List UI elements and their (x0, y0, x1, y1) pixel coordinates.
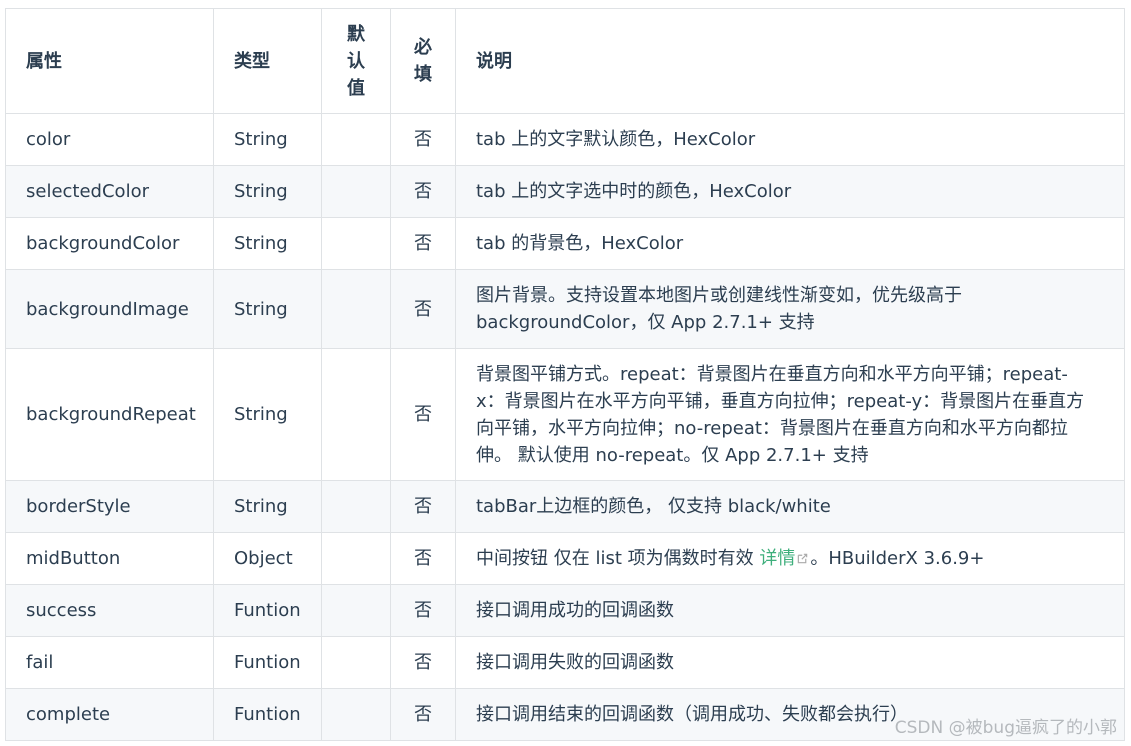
cell-required: 否 (390, 269, 456, 349)
description-text-before: 中间按钮 仅在 list 项为偶数时有效 (476, 548, 760, 569)
cell-default (321, 348, 391, 481)
cell-description: 中间按钮 仅在 list 项为偶数时有效 详情 。HBuilderX 3.6.9+ (455, 532, 1125, 585)
cell-property: midButton (5, 532, 214, 585)
cell-type: String (213, 217, 322, 270)
cell-required: 否 (390, 217, 456, 270)
description-text-after: 。HBuilderX 3.6.9+ (810, 548, 985, 569)
table-row: color String 否 tab 上的文字默认颜色，HexColor (5, 113, 1125, 166)
table-row: backgroundRepeat String 否 背景图平铺方式。repeat… (5, 348, 1125, 481)
cell-description: tab 上的文字选中时的颜色，HexColor (455, 165, 1125, 218)
cell-property: selectedColor (5, 165, 214, 218)
table-row: fail Funtion 否 接口调用失败的回调函数 (5, 636, 1125, 689)
header-required-label: 必 填 (414, 37, 432, 85)
cell-default (321, 165, 391, 218)
cell-type: Funtion (213, 688, 322, 741)
table-row: success Funtion 否 接口调用成功的回调函数 (5, 584, 1125, 637)
cell-property: fail (5, 636, 214, 689)
cell-type: Funtion (213, 584, 322, 637)
cell-required: 否 (390, 688, 456, 741)
cell-default (321, 217, 391, 270)
cell-property: borderStyle (5, 480, 214, 533)
cell-required: 否 (390, 532, 456, 585)
cell-type: Object (213, 532, 322, 585)
cell-default (321, 269, 391, 349)
table-row: backgroundColor String 否 tab 的背景色，HexCol… (5, 217, 1125, 270)
cell-default (321, 636, 391, 689)
cell-property: backgroundRepeat (5, 348, 214, 481)
header-description: 说明 (455, 8, 1125, 114)
cell-description: 接口调用失败的回调函数 (455, 636, 1125, 689)
cell-description: tab 上的文字默认颜色，HexColor (455, 113, 1125, 166)
cell-description: tabBar上边框的颜色， 仅支持 black/white (455, 480, 1125, 533)
cell-description: 背景图平铺方式。repeat：背景图片在垂直方向和水平方向平铺；repeat-x… (455, 348, 1125, 481)
cell-description: 接口调用成功的回调函数 (455, 584, 1125, 637)
cell-property: backgroundImage (5, 269, 214, 349)
header-required: 必 填 (390, 8, 456, 114)
header-default-label: 默 认 值 (347, 23, 365, 99)
cell-property: complete (5, 688, 214, 741)
table-row: borderStyle String 否 tabBar上边框的颜色， 仅支持 b… (5, 480, 1125, 533)
cell-property: backgroundColor (5, 217, 214, 270)
cell-description: tab 的背景色，HexColor (455, 217, 1125, 270)
cell-default (321, 584, 391, 637)
cell-description: 图片背景。支持设置本地图片或创建线性渐变如，优先级高于 backgroundCo… (455, 269, 1125, 349)
cell-default (321, 480, 391, 533)
page: 属性 类型 默 认 值 必 填 说明 color String 否 tab 上的… (0, 0, 1131, 746)
cell-type: String (213, 113, 322, 166)
cell-required: 否 (390, 165, 456, 218)
header-default: 默 认 值 (321, 8, 391, 114)
cell-required: 否 (390, 348, 456, 481)
watermark: CSDN @被bug逼疯了的小郭 (894, 718, 1117, 738)
cell-default (321, 688, 391, 741)
header-property: 属性 (5, 8, 214, 114)
properties-table: 属性 类型 默 认 值 必 填 说明 color String 否 tab 上的… (5, 8, 1125, 741)
cell-property: color (5, 113, 214, 166)
cell-required: 否 (390, 113, 456, 166)
cell-type: String (213, 269, 322, 349)
cell-default (321, 532, 391, 585)
cell-type: String (213, 348, 322, 481)
details-link[interactable]: 详情 (759, 548, 810, 569)
table-row: midButton Object 否 中间按钮 仅在 list 项为偶数时有效 … (5, 532, 1125, 585)
cell-default (321, 113, 391, 166)
cell-required: 否 (390, 584, 456, 637)
header-type: 类型 (213, 8, 322, 114)
details-link-label: 详情 (759, 548, 796, 569)
table-row: selectedColor String 否 tab 上的文字选中时的颜色，He… (5, 165, 1125, 218)
external-link-icon (798, 553, 808, 564)
cell-type: String (213, 480, 322, 533)
cell-type: String (213, 165, 322, 218)
cell-required: 否 (390, 480, 456, 533)
cell-required: 否 (390, 636, 456, 689)
table-row: backgroundImage String 否 图片背景。支持设置本地图片或创… (5, 269, 1125, 349)
cell-property: success (5, 584, 214, 637)
cell-type: Funtion (213, 636, 322, 689)
table-header-row: 属性 类型 默 认 值 必 填 说明 (5, 8, 1125, 114)
